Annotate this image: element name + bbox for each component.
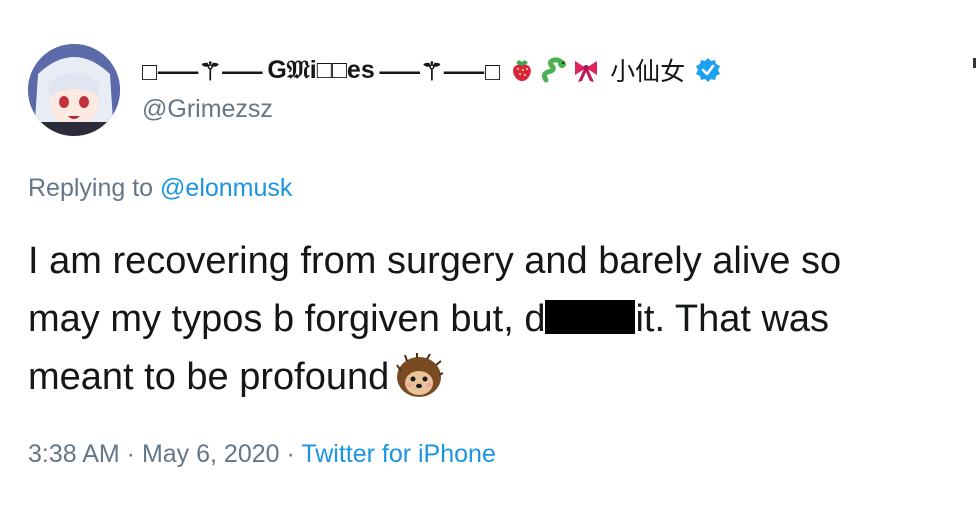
- name-text: G𝔐i□□es: [267, 55, 375, 84]
- tweet-meta: 3:38 AM · May 6, 2020 · Twitter for iPho…: [28, 440, 496, 469]
- display-name[interactable]: □⸺⚚⸺ G𝔐i□□es ⸺⚚⸺□ 小仙女: [142, 52, 721, 88]
- tweet-date[interactable]: May 6, 2020: [142, 440, 280, 468]
- tweet-body-line: meant to be profound: [28, 348, 968, 406]
- tweet-body-segment: may my typos b forgiven but, d: [28, 298, 546, 340]
- snake-icon: [541, 57, 567, 83]
- tweet-time[interactable]: 3:38 AM: [28, 440, 120, 468]
- name-cjk: 小仙女: [610, 58, 686, 86]
- hedgehog-icon: [396, 353, 444, 397]
- redaction-bar: [545, 300, 636, 334]
- tweet-body-segment: meant to be profound: [28, 356, 390, 398]
- user-handle[interactable]: @Grimezsz: [142, 95, 273, 124]
- meta-separator: ·: [279, 440, 302, 468]
- reply-mention-link[interactable]: @elonmusk: [160, 174, 292, 202]
- reply-prefix: Replying to: [28, 174, 161, 202]
- name-suffix-glyphs: ⸺⚚⸺□: [378, 58, 501, 86]
- verified-badge-icon: [696, 58, 721, 82]
- tweet-body-line: may my typos b forgiven but, d it. That w…: [28, 290, 968, 348]
- ribbon-icon: [575, 61, 598, 82]
- strawberry-icon: [513, 60, 531, 81]
- name-emoji-row: [508, 56, 600, 84]
- tweet-card: □⸺⚚⸺ G𝔐i□□es ⸺⚚⸺□ 小仙女 @Grimezsz Replying…: [0, 0, 980, 513]
- scrollbar-thumb[interactable]: [973, 58, 976, 68]
- tweet-source-link[interactable]: Twitter for iPhone: [301, 440, 496, 468]
- reply-context: Replying to @elonmusk: [28, 174, 292, 203]
- tweet-body-line: I am recovering from surgery and barely …: [28, 240, 842, 282]
- name-prefix-glyphs: □⸺⚚⸺: [142, 58, 264, 86]
- tweet-body: I am recovering from surgery and barely …: [28, 232, 968, 406]
- avatar[interactable]: [28, 44, 120, 136]
- meta-separator: ·: [119, 440, 142, 468]
- tweet-body-segment: it. That was: [635, 298, 830, 340]
